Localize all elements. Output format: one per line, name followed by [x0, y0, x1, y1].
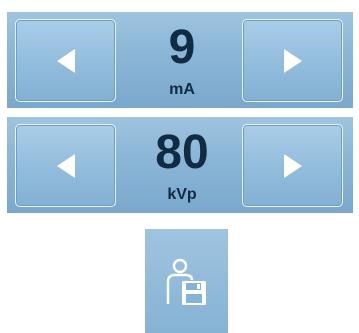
kvp-unit-label: kVp: [167, 186, 197, 203]
ma-increase-button[interactable]: [242, 19, 343, 102]
ma-unit-label: mA: [169, 81, 195, 98]
ma-decrease-button[interactable]: [15, 19, 116, 102]
right-triangle-icon: [283, 48, 302, 73]
ma-value: 9: [168, 21, 196, 74]
ma-stepper: 9 mA: [7, 12, 353, 108]
left-triangle-icon: [56, 48, 75, 73]
left-triangle-icon: [56, 153, 75, 178]
kvp-display: 80 kVp: [122, 117, 242, 213]
kvp-value: 80: [155, 126, 209, 179]
save-patient-button[interactable]: [145, 229, 228, 333]
kvp-stepper: 80 kVp: [7, 117, 353, 213]
kvp-decrease-button[interactable]: [15, 124, 116, 207]
kvp-increase-button[interactable]: [242, 124, 343, 207]
right-triangle-icon: [283, 153, 302, 178]
ma-display: 9 mA: [122, 12, 242, 108]
person-floppy-disk-icon: [166, 258, 206, 305]
